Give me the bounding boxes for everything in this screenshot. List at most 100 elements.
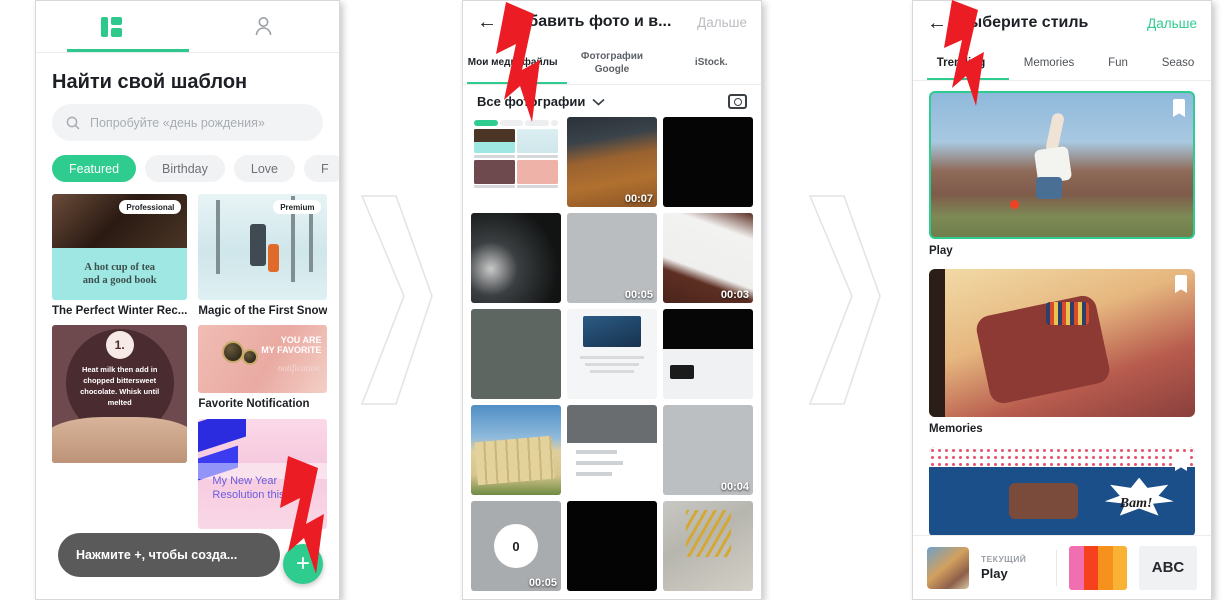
chip-more[interactable]: F bbox=[304, 155, 339, 182]
tab-label: Memories bbox=[1023, 56, 1075, 69]
tab-label: Мои медиафайлы bbox=[467, 57, 558, 69]
photo-thumb[interactable] bbox=[663, 117, 753, 207]
templates-tab[interactable] bbox=[36, 1, 188, 52]
video-duration: 00:05 bbox=[624, 289, 653, 301]
search-placeholder: Попробуйте «день рождения» bbox=[90, 115, 265, 130]
chip-birthday[interactable]: Birthday bbox=[145, 155, 225, 182]
template-art-text: A hot cup of tea and a good book bbox=[52, 248, 188, 300]
tab-trending[interactable]: Trending bbox=[913, 45, 1009, 80]
photo-thumb[interactable] bbox=[567, 309, 657, 399]
bookmark-icon[interactable] bbox=[1175, 275, 1187, 293]
page-title: Добавить фото и в... bbox=[507, 13, 672, 30]
style-list: Play Memories Bam! bbox=[913, 81, 1211, 537]
back-arrow-icon[interactable]: ← bbox=[927, 13, 947, 33]
art-line-1: YOU ARE bbox=[280, 335, 322, 345]
tab-label: Seaso bbox=[1161, 56, 1195, 69]
burst-count: 0 bbox=[512, 538, 520, 554]
template-art: My New Year Resolution this bbox=[198, 419, 328, 529]
style-card[interactable]: Play bbox=[929, 91, 1195, 257]
album-dropdown[interactable]: Все фотографии bbox=[477, 94, 605, 109]
create-button[interactable]: + bbox=[283, 544, 323, 584]
template-card[interactable]: YOU ARE MY FAVORITE notification Favorit… bbox=[198, 325, 328, 529]
photo-thumb[interactable] bbox=[471, 213, 561, 303]
phone-panel-style-picker: ← Выберите стиль Дальше Trending Memorie… bbox=[912, 0, 1212, 600]
bookmark-icon[interactable] bbox=[1173, 99, 1185, 117]
category-chip-row: Featured Birthday Love F bbox=[36, 141, 339, 194]
art-step-number: 1. bbox=[105, 331, 134, 359]
template-thumbnail: My New Year Resolution this bbox=[198, 419, 328, 529]
palette-button[interactable] bbox=[1069, 545, 1127, 590]
next-button[interactable]: Дальше bbox=[1147, 16, 1197, 31]
template-card[interactable]: A hot cup of tea and a good book Profess… bbox=[52, 194, 188, 317]
tab-memories[interactable]: Memories bbox=[1009, 45, 1089, 80]
tab-fun[interactable]: Fun bbox=[1089, 45, 1147, 80]
chip-featured[interactable]: Featured bbox=[52, 155, 137, 182]
photo-thumb[interactable]: 00:03 bbox=[663, 213, 753, 303]
photo-thumb[interactable] bbox=[663, 501, 753, 591]
active-tab-underline bbox=[67, 49, 189, 52]
search-input[interactable]: Попробуйте «день рождения» bbox=[52, 104, 323, 141]
style-card[interactable]: Bam! bbox=[929, 447, 1195, 537]
style-thumbnail bbox=[929, 91, 1195, 239]
photo-thumb[interactable] bbox=[471, 309, 561, 399]
active-tab-underline bbox=[927, 77, 1009, 80]
template-thumbnail: A hot cup of tea and a good book Profess… bbox=[52, 194, 188, 300]
back-arrow-icon[interactable]: ← bbox=[477, 12, 497, 32]
tab-label: Fun bbox=[1108, 56, 1128, 69]
photo-thumb[interactable]: 0 00:05 bbox=[471, 501, 561, 591]
tab-my-media[interactable]: Мои медиафайлы bbox=[463, 43, 562, 84]
style-name: Memories bbox=[929, 423, 983, 435]
profile-tab[interactable] bbox=[188, 1, 340, 52]
chevron-down-icon bbox=[592, 98, 605, 106]
photo-thumb[interactable]: 00:05 bbox=[567, 213, 657, 303]
template-card[interactable]: 1. Heat milk then add in chopped bitters… bbox=[52, 325, 188, 529]
flow-arrow-2 bbox=[800, 192, 884, 408]
style-card[interactable]: Memories bbox=[929, 269, 1195, 435]
photo-thumb[interactable] bbox=[471, 117, 561, 207]
flow-arrow-1 bbox=[352, 192, 436, 408]
photo-thumb[interactable] bbox=[663, 309, 753, 399]
photo-thumb[interactable] bbox=[567, 405, 657, 495]
tab-label: Trending bbox=[936, 56, 986, 69]
template-card[interactable]: Premium Magic of the First Snow bbox=[198, 194, 328, 317]
art-line-2: MY FAVORITE bbox=[261, 345, 322, 356]
video-duration: 00:07 bbox=[624, 193, 653, 205]
page-title: Выберите стиль bbox=[957, 14, 1089, 31]
page-title: Найти свой шаблон bbox=[52, 71, 248, 93]
status-badge: Premium bbox=[273, 200, 322, 214]
tab-google-photos[interactable]: Фотографии Google bbox=[562, 43, 661, 84]
next-button[interactable]: Дальше bbox=[697, 15, 747, 30]
active-tab-underline bbox=[467, 81, 567, 84]
panel3-tab-bar: Trending Memories Fun Seaso bbox=[913, 45, 1211, 81]
panel1-tab-bar bbox=[36, 1, 339, 53]
art-line-2: and a good book bbox=[82, 275, 157, 286]
art-line-1: A hot cup of tea bbox=[84, 261, 155, 273]
photo-thumb[interactable] bbox=[471, 405, 561, 495]
art-body-text: Heat milk then add in chopped bitterswee… bbox=[80, 365, 160, 407]
divider bbox=[1056, 549, 1057, 586]
current-style-meta: ТЕКУЩИЙ Play bbox=[981, 554, 1044, 581]
tab-label: iStock. bbox=[694, 57, 728, 69]
album-label: Все фотографии bbox=[477, 94, 586, 109]
bookmark-icon[interactable] bbox=[1175, 453, 1187, 471]
style-thumbnail: Bam! bbox=[929, 447, 1195, 537]
tab-istock[interactable]: iStock. bbox=[662, 43, 761, 84]
burst-count-badge: 0 bbox=[494, 524, 538, 568]
panel2-tab-bar: Мои медиафайлы Фотографии Google iStock. bbox=[463, 43, 761, 85]
photo-thumb[interactable]: 00:04 bbox=[663, 405, 753, 495]
grid-icon bbox=[101, 16, 123, 37]
photo-thumb[interactable]: 00:07 bbox=[567, 117, 657, 207]
video-duration: 00:03 bbox=[720, 289, 749, 301]
tab-seasonal[interactable]: Seaso bbox=[1147, 45, 1209, 80]
template-thumbnail: Premium bbox=[198, 194, 328, 300]
camera-icon[interactable] bbox=[728, 94, 747, 109]
template-art: YOU ARE MY FAVORITE notification bbox=[198, 325, 328, 393]
chip-love[interactable]: Love bbox=[233, 155, 295, 182]
art-text: Bam! bbox=[1119, 495, 1153, 511]
person-icon bbox=[255, 17, 272, 36]
font-button[interactable]: ABC bbox=[1139, 545, 1197, 590]
current-value: Play bbox=[981, 566, 1008, 581]
current-style-bar: ТЕКУЩИЙ Play ABC bbox=[913, 535, 1211, 599]
photo-thumb[interactable] bbox=[567, 501, 657, 591]
style-name: Play bbox=[929, 245, 953, 257]
